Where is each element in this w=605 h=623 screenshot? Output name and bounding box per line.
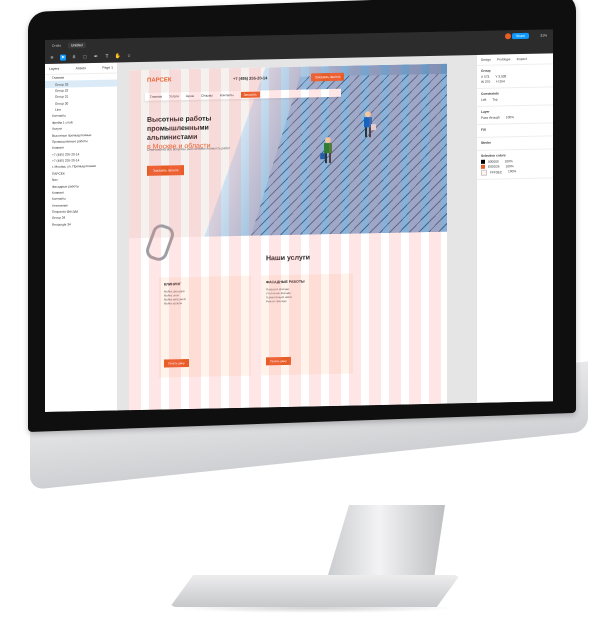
landing-frame[interactable]: ПАРСЕК +7 (495) 255-20-14 Заказать звоно… — [129, 63, 447, 411]
layers-panel: Layers Assets Page 1 Главная Group 33 Grou… — [45, 62, 118, 412]
move-tool-icon[interactable]: ➤ — [60, 54, 66, 61]
layer-item[interactable]: Rectangle 34 — [45, 220, 117, 228]
group-section: Group X 573 Y 3,038 W 370 H 264 — [477, 64, 553, 89]
constraint-horizontal[interactable]: Left — [481, 98, 486, 103]
pen-tool-icon[interactable]: ✒ — [93, 54, 99, 60]
nav-item[interactable]: Отзывы — [201, 93, 213, 97]
tab-inspect[interactable]: Inspect — [517, 57, 527, 61]
zoom-level[interactable]: 31% — [540, 33, 547, 37]
section-title: Layer — [481, 109, 490, 114]
imac-mockup: Drafts Untitled Share 31% ≡ ➤ # □ ✒ T ✋ … — [0, 0, 605, 623]
hand-tool-icon[interactable]: ✋ — [115, 53, 121, 59]
stand-neck — [325, 505, 445, 585]
shape-tool-icon[interactable]: □ — [82, 54, 88, 60]
card-price-button[interactable]: Узнать цену — [164, 358, 189, 368]
color-hex[interactable]: E85D26 — [488, 164, 500, 168]
color-hex[interactable]: 000000 — [488, 159, 499, 163]
section-title: Fill — [481, 127, 486, 132]
constraints-section: Constraints Left Top — [477, 87, 553, 107]
constraint-vertical[interactable]: Top — [492, 98, 497, 103]
text-tool-icon[interactable]: T — [104, 54, 110, 60]
stand-foot — [170, 575, 460, 607]
section-title: Constraints — [481, 91, 499, 96]
tab-design[interactable]: Design — [481, 58, 491, 62]
service-card-facade[interactable]: ФАСАДНЫЕ РАБОТЫ Покраска фасада Утеплени… — [261, 273, 353, 376]
nav-item[interactable]: Услуги — [169, 94, 179, 98]
card-price-button[interactable]: Узнать цену — [266, 356, 291, 366]
climber-image — [364, 111, 376, 138]
share-button[interactable]: Share — [511, 32, 529, 40]
opacity-field[interactable]: 100% — [506, 115, 514, 120]
nav-order-button[interactable]: Заказать — [240, 91, 260, 98]
card-title: ФАСАДНЫЕ РАБОТЫ — [266, 279, 305, 285]
color-swatch[interactable] — [481, 169, 487, 176]
color-hex[interactable]: FFF3EC — [490, 170, 502, 174]
page-selector[interactable]: Page 1 — [102, 66, 113, 70]
figma-screen: Drafts Untitled Share 31% ≡ ➤ # □ ✒ T ✋ … — [45, 29, 553, 412]
hero-button[interactable]: Заказать звонок — [147, 165, 185, 176]
card-item: Мойка кровли — [164, 301, 183, 306]
menu-icon[interactable]: ≡ — [49, 55, 55, 61]
hero-title-main: Высотные работы промышленными альпиниста… — [147, 115, 212, 142]
blend-mode-select[interactable]: Pass through — [481, 115, 500, 120]
tab-untitled[interactable]: Untitled — [68, 42, 86, 49]
selection-colors-section: Selection colors 000000 100% E85D26 100% F… — [477, 149, 553, 180]
w-field[interactable]: W 370 — [481, 80, 490, 85]
section-title: Stroke — [481, 140, 491, 145]
tab-layers[interactable]: Layers — [49, 67, 59, 71]
canvas[interactable]: ПАРСЕК +7 (495) 255-20-14 Заказать звоно… — [117, 54, 477, 411]
site-phone[interactable]: +7 (495) 255-20-14 — [233, 75, 267, 81]
comment-tool-icon[interactable]: ○ — [126, 53, 132, 59]
nav-item[interactable]: Цены — [186, 94, 194, 98]
card-title: КЛИНИНГ — [164, 282, 182, 287]
nav-item[interactable]: Контакты — [220, 93, 234, 97]
callback-button[interactable]: Заказать звонок — [311, 72, 345, 82]
tab-prototype[interactable]: Prototype — [497, 57, 511, 61]
service-card-cleaning[interactable]: КЛИНИНГ Мойка фасадов Мойка окон Мойка в… — [159, 275, 251, 378]
color-swatch[interactable] — [481, 164, 485, 170]
site-logo: ПАРСЕК — [147, 77, 172, 84]
tab-drafts[interactable]: Drafts — [49, 43, 64, 49]
section-title: Group — [481, 68, 491, 73]
h-field[interactable]: H 264 — [496, 79, 505, 84]
card-item: Ремонт фасада — [266, 298, 287, 304]
avatar[interactable] — [505, 33, 511, 40]
tab-assets[interactable]: Assets — [76, 66, 86, 70]
section-title: Selection colors — [481, 153, 506, 158]
nav-item[interactable]: Главная — [150, 95, 162, 99]
color-opacity[interactable]: 100% — [508, 169, 516, 175]
climber-image — [320, 137, 332, 164]
services-title: Наши услуги — [265, 254, 311, 263]
layer-section: Layer Pass through 100% — [477, 105, 553, 125]
frame-tool-icon[interactable]: # — [71, 54, 77, 60]
color-swatch[interactable] — [481, 159, 485, 165]
design-panel: Design Prototype Inspect Group X 573 Y 3,… — [476, 53, 553, 403]
